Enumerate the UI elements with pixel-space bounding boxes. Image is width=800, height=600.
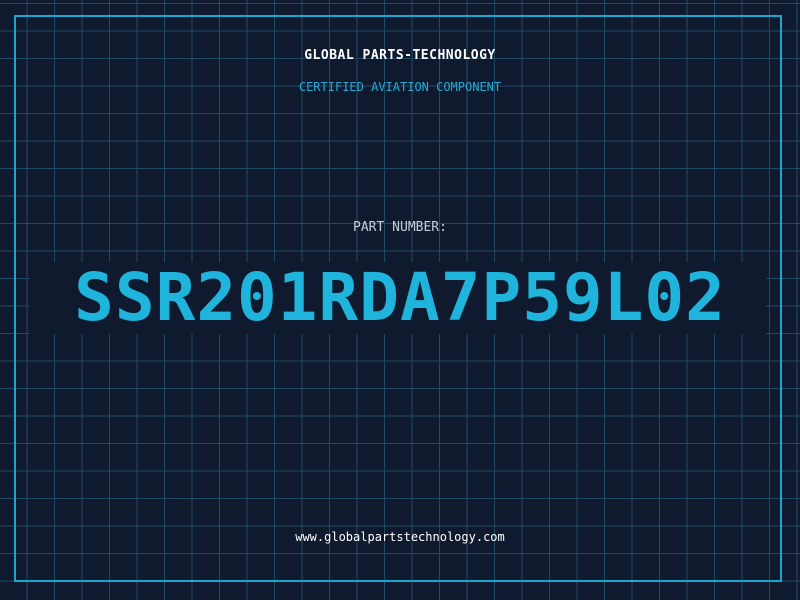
certification-subtitle: CERTIFIED AVIATION COMPONENT (298, 80, 502, 94)
website-url: www.globalpartstechnology.com (295, 530, 505, 544)
part-number-value: SSR201RDA7P59L02 (74, 259, 726, 336)
part-number-label: PART NUMBER: (353, 220, 447, 235)
company-name: GLOBAL PARTS-TECHNOLOGY (304, 48, 496, 63)
